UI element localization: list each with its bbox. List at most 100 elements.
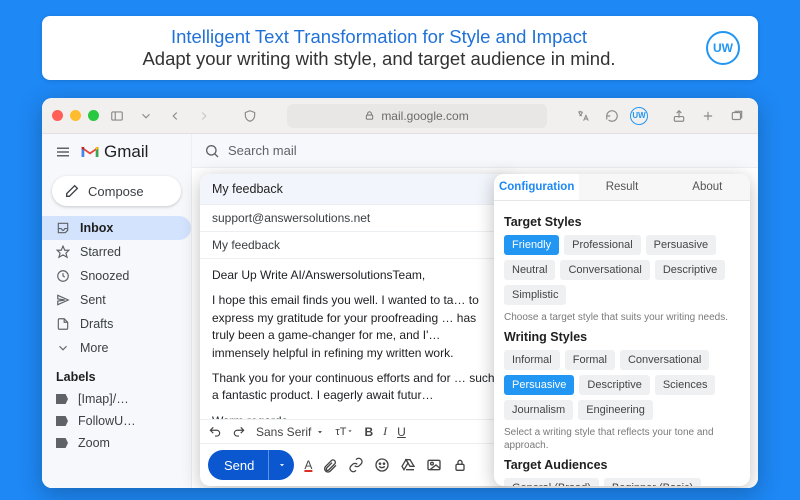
new-tab-button[interactable] bbox=[697, 105, 719, 127]
gmail-logo: Gmail bbox=[80, 142, 148, 162]
gmail-app: Gmail Compose InboxStarredSnoozedSentDra… bbox=[42, 134, 758, 488]
labels-header: Labels bbox=[42, 360, 191, 388]
tabs-overview-button[interactable] bbox=[726, 105, 748, 127]
text-color-button[interactable]: A bbox=[304, 458, 312, 472]
folder-inbox[interactable]: Inbox bbox=[42, 216, 191, 240]
chip-simplistic[interactable]: Simplistic bbox=[504, 285, 566, 305]
fullscreen-window-button[interactable] bbox=[88, 110, 99, 121]
chip-neutral[interactable]: Neutral bbox=[504, 260, 555, 280]
close-window-button[interactable] bbox=[52, 110, 63, 121]
chip-informal[interactable]: Informal bbox=[504, 350, 560, 370]
tag-icon bbox=[56, 438, 68, 448]
tag-icon bbox=[56, 416, 68, 426]
hint-target-styles: Choose a target style that suits your wr… bbox=[504, 311, 740, 324]
forward-button[interactable] bbox=[193, 105, 215, 127]
tab-about[interactable]: About bbox=[665, 174, 750, 200]
chip-persuasive[interactable]: Persuasive bbox=[646, 235, 716, 255]
menu-icon[interactable] bbox=[54, 143, 72, 161]
link-button[interactable] bbox=[348, 457, 364, 473]
emoji-button[interactable] bbox=[374, 457, 390, 473]
compose-body[interactable]: Dear Up Write AI/AnswersolutionsTeam, I … bbox=[200, 259, 510, 419]
chip-journalism[interactable]: Journalism bbox=[504, 400, 573, 420]
search-placeholder: Search mail bbox=[228, 143, 297, 158]
send-button[interactable]: Send bbox=[208, 450, 294, 480]
chevron-down-icon[interactable] bbox=[135, 105, 157, 127]
shield-icon[interactable] bbox=[239, 105, 261, 127]
chip-descriptive[interactable]: Descriptive bbox=[655, 260, 725, 280]
reload-button[interactable] bbox=[601, 105, 623, 127]
file-icon bbox=[56, 317, 70, 331]
label-item[interactable]: [Imap]/… bbox=[42, 388, 191, 410]
undo-button[interactable] bbox=[208, 425, 222, 439]
compose-title: My feedback bbox=[200, 174, 510, 205]
label-item[interactable]: FollowU… bbox=[42, 410, 191, 432]
chip-sciences[interactable]: Sciences bbox=[655, 375, 716, 395]
redo-button[interactable] bbox=[232, 425, 246, 439]
traffic-lights bbox=[52, 110, 99, 121]
chip-friendly[interactable]: Friendly bbox=[504, 235, 559, 255]
chip-descriptive[interactable]: Descriptive bbox=[579, 375, 649, 395]
clock-icon bbox=[56, 269, 70, 283]
image-button[interactable] bbox=[426, 457, 442, 473]
chip-general-broad-[interactable]: General (Broad) bbox=[504, 478, 599, 486]
titlebar: mail.google.com UW bbox=[42, 98, 758, 134]
compose-subject-field[interactable]: My feedback bbox=[200, 232, 510, 259]
chip-conversational[interactable]: Conversational bbox=[620, 350, 709, 370]
hero-title: Intelligent Text Transformation for Styl… bbox=[60, 26, 698, 48]
chip-engineering[interactable]: Engineering bbox=[578, 400, 653, 420]
bold-button[interactable]: B bbox=[364, 425, 373, 439]
folder-starred[interactable]: Starred bbox=[42, 240, 191, 264]
hero-subtitle: Adapt your writing with style, and targe… bbox=[60, 48, 698, 70]
sidebar-toggle-button[interactable] bbox=[106, 105, 128, 127]
italic-button[interactable]: I bbox=[383, 424, 387, 439]
section-target-audiences-title: Target Audiences bbox=[504, 458, 740, 472]
hero-banner: Intelligent Text Transformation for Styl… bbox=[42, 16, 758, 80]
send-options-button[interactable] bbox=[268, 450, 294, 480]
search-bar[interactable]: Search mail bbox=[192, 134, 758, 168]
panel-tabs: Configuration Result About bbox=[494, 174, 750, 201]
folder-drafts[interactable]: Drafts bbox=[42, 312, 191, 336]
url-host: mail.google.com bbox=[381, 109, 468, 123]
chip-formal[interactable]: Formal bbox=[565, 350, 615, 370]
tab-result[interactable]: Result bbox=[579, 174, 664, 200]
gmail-sidebar: Gmail Compose InboxStarredSnoozedSentDra… bbox=[42, 134, 192, 488]
share-button[interactable] bbox=[668, 105, 690, 127]
safari-window: mail.google.com UW Gmail Compose InboxSt… bbox=[42, 98, 758, 488]
section-target-styles-title: Target Styles bbox=[504, 215, 740, 229]
folder-sent[interactable]: Sent bbox=[42, 288, 191, 312]
gmail-main: Search mail OpenAI Developer Fo… My feed… bbox=[192, 134, 758, 488]
chip-conversational[interactable]: Conversational bbox=[560, 260, 649, 280]
hero-logo-icon: UW bbox=[706, 31, 740, 65]
body-greeting: Dear Up Write AI/AnswersolutionsTeam, bbox=[212, 267, 498, 284]
chip-professional[interactable]: Professional bbox=[564, 235, 641, 255]
compose-button[interactable]: Compose bbox=[52, 176, 181, 206]
address-bar[interactable]: mail.google.com bbox=[287, 104, 547, 128]
send-icon bbox=[56, 293, 70, 307]
search-icon bbox=[204, 143, 220, 159]
tab-configuration[interactable]: Configuration bbox=[494, 174, 579, 200]
compose-to-field[interactable]: support@answersolutions.net bbox=[200, 205, 510, 232]
folder-more[interactable]: More bbox=[42, 336, 191, 360]
confidential-button[interactable] bbox=[452, 457, 468, 473]
body-para: I hope this email finds you well. I want… bbox=[212, 292, 498, 362]
font-select[interactable]: Sans Serif bbox=[256, 425, 325, 439]
extension-panel: Configuration Result About Target Styles… bbox=[494, 174, 750, 486]
folder-snoozed[interactable]: Snoozed bbox=[42, 264, 191, 288]
chev-icon bbox=[56, 341, 70, 355]
chip-beginner-basic-[interactable]: Beginner (Basic) bbox=[604, 478, 701, 486]
minimize-window-button[interactable] bbox=[70, 110, 81, 121]
attach-button[interactable] bbox=[322, 457, 338, 473]
pencil-icon bbox=[64, 183, 80, 199]
underline-button[interactable]: U bbox=[397, 425, 406, 439]
compose-send-row: Send A bbox=[200, 443, 510, 486]
drive-button[interactable] bbox=[400, 457, 416, 473]
font-size-button[interactable]: τT bbox=[335, 426, 354, 438]
chip-persuasive[interactable]: Persuasive bbox=[504, 375, 574, 395]
extension-icon[interactable]: UW bbox=[630, 107, 648, 125]
compose-label: Compose bbox=[88, 184, 144, 199]
label-item[interactable]: Zoom bbox=[42, 432, 191, 454]
star-icon bbox=[56, 245, 70, 259]
translate-icon[interactable] bbox=[572, 105, 594, 127]
tag-icon bbox=[56, 394, 68, 404]
back-button[interactable] bbox=[164, 105, 186, 127]
